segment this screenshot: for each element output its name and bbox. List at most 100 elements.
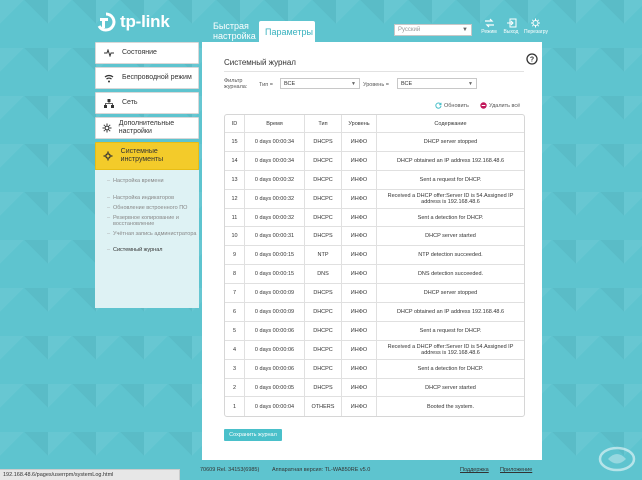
cell-id: 7 xyxy=(225,284,245,304)
table-row: 70 days 00:00:09 DHCPS ИНФО DHCP server sto… xyxy=(225,284,524,304)
cell-time: 0 days 00:00:06 xyxy=(245,321,305,341)
cell-level: ИНФО xyxy=(342,265,377,285)
subnav-item-time[interactable]: Настройка времени xyxy=(95,176,199,186)
subnav-item-firmware[interactable]: Обновление встроенного ПО xyxy=(95,203,199,213)
sidebar-item-wireless[interactable]: Беспроводной режим xyxy=(95,67,199,89)
cell-level: ИНФО xyxy=(342,170,377,190)
subnav-item-admin[interactable]: Учётная запись администратора xyxy=(95,229,199,239)
cell-content: Sent a request for DHCP. xyxy=(377,171,524,190)
cell-type: DHCPS xyxy=(305,378,342,398)
column-header-time: Время xyxy=(245,115,305,133)
table-body: 15 0 days 00:00:34 DHCPS ИНФО DHCP server st… xyxy=(225,133,524,417)
firmware-version: 70609 Rel. 34153(6985) xyxy=(200,467,260,473)
logout-button[interactable]: Выход xyxy=(500,18,522,35)
tab-parameters[interactable]: Параметры xyxy=(259,21,315,42)
type-filter-select[interactable]: ВСЕ ▼ xyxy=(280,78,360,89)
cell-time: 0 days 00:00:31 xyxy=(245,227,305,247)
sidebar-item-system-tools[interactable]: Системные инструменты xyxy=(95,142,199,170)
cell-id: 14 xyxy=(225,151,245,171)
cell-content: Received a DHCP offer:Server ID is 54.As… xyxy=(377,190,524,209)
column-header-content: Содержание xyxy=(377,115,524,133)
cell-id: 2 xyxy=(225,378,245,398)
subnav-item-backup[interactable]: Резервное копирование и восстановление xyxy=(95,213,199,229)
cell-id: 4 xyxy=(225,340,245,360)
level-filter-select[interactable]: ВСЕ ▼ xyxy=(397,78,477,89)
table-row: 10 0 days 00:00:31 DHCPS ИНФО DHCP server st… xyxy=(225,227,524,247)
mode-label: Режим xyxy=(481,29,497,35)
delete-all-label: Удалить всё xyxy=(489,102,521,109)
app-link[interactable]: Приложение xyxy=(500,467,532,473)
cell-level: ИНФО xyxy=(342,284,377,304)
refresh-button[interactable]: Обновить xyxy=(435,102,469,109)
sidebar-item-status[interactable]: Состояние xyxy=(95,42,199,64)
cell-level: ИНФО xyxy=(342,397,377,417)
cell-content: Received a DHCP offer:Server ID is 54.As… xyxy=(377,341,524,360)
cell-time: 0 days 00:00:34 xyxy=(245,151,305,171)
wifi-icon xyxy=(96,74,122,83)
cell-time: 0 days 00:00:32 xyxy=(245,208,305,228)
table-row: 15 0 days 00:00:34 DHCPS ИНФО DHCP server st… xyxy=(225,133,524,152)
sidebar-item-advanced[interactable]: Дополнительные настройки xyxy=(95,117,199,139)
table-row: 50 days 00:00:06 DHCPC ИНФО Sent a request … xyxy=(225,321,524,341)
cell-type: DHCPS xyxy=(305,227,342,247)
delete-all-button[interactable]: Удалить всё xyxy=(480,102,520,109)
cell-type: DHCPC xyxy=(305,359,342,379)
table-row: 11 0 days 00:00:32 DHCPC ИНФО Sent a detecti… xyxy=(225,208,524,228)
refresh-label: Обновить xyxy=(444,102,469,109)
cell-type: NTP xyxy=(305,246,342,266)
cell-level: ИНФО xyxy=(342,151,377,171)
save-log-button[interactable]: Сохранить журнал xyxy=(224,429,282,441)
table-row: 10 days 00:00:04 OTHERS ИНФО Booted the sys… xyxy=(225,397,524,417)
cell-type: DHCPC xyxy=(305,208,342,228)
cell-id: 8 xyxy=(225,265,245,285)
footer: 70609 Rel. 34153(6985) Аппаратная версия… xyxy=(200,467,545,477)
sidebar-item-network[interactable]: Сеть xyxy=(95,92,199,114)
mode-button[interactable]: Режим xyxy=(478,18,500,35)
cell-time: 0 days 00:00:32 xyxy=(245,170,305,190)
cell-content: DHCP server started xyxy=(377,379,524,398)
cell-time: 0 days 00:00:09 xyxy=(245,284,305,304)
level-filter-value: ВСЕ xyxy=(401,81,413,87)
cell-content: Sent a request for DHCP. xyxy=(377,322,524,341)
cell-id: 10 xyxy=(225,227,245,247)
language-select[interactable]: Русский ▼ xyxy=(394,24,472,36)
cell-level: ИНФО xyxy=(342,133,377,152)
reboot-button[interactable]: Перезагру xyxy=(524,18,548,35)
pulse-icon xyxy=(96,49,122,57)
table-row: 90 days 00:00:15 NTP ИНФО NTP detection suc… xyxy=(225,246,524,266)
cell-time: 0 days 00:00:05 xyxy=(245,378,305,398)
title-divider xyxy=(224,71,524,72)
chevron-down-icon: ▼ xyxy=(462,27,468,33)
hardware-version: Аппаратная версия: TL-WA850RE v5.0 xyxy=(272,467,371,473)
cell-level: ИНФО xyxy=(342,340,377,360)
cell-type: DNS xyxy=(305,265,342,285)
sidebar-item-label: Состояние xyxy=(122,49,157,56)
chevron-down-icon: ▼ xyxy=(351,81,356,87)
cell-type: DHCPS xyxy=(305,284,342,304)
cell-id: 9 xyxy=(225,246,245,266)
cell-content: DHCP obtained an IP address 192.168.48.6 xyxy=(377,152,524,171)
cell-time: 0 days 00:00:34 xyxy=(245,133,305,152)
table-header-row: ID Время Тип Уровень Содержание xyxy=(225,115,524,133)
sidebar-subnav: Настройка времени Настройка индикаторов … xyxy=(95,170,199,308)
table-row: 30 days 00:00:06 DHCPC ИНФО Sent a detectio… xyxy=(225,359,524,379)
subnav-item-system-log[interactable]: Системный журнал xyxy=(95,245,199,255)
cell-time: 0 days 00:00:32 xyxy=(245,189,305,209)
logout-label: Выход xyxy=(503,29,519,35)
help-icon[interactable]: ? xyxy=(526,52,538,70)
tp-link-logo-icon xyxy=(97,12,116,32)
sidebar-item-label: Системные инструменты xyxy=(120,148,164,163)
table-row: 20 days 00:00:05 DHCPS ИНФО DHCP server sta… xyxy=(225,378,524,398)
cell-level: ИНФО xyxy=(342,303,377,322)
cell-content: Sent a detection for DHCP. xyxy=(377,360,524,379)
watermark-logo xyxy=(598,446,636,472)
sidebar-item-label: Сеть xyxy=(122,99,138,106)
tab-quick-setup[interactable]: Быстрая настройка xyxy=(207,20,257,42)
subnav-item-leds[interactable]: Настройка индикаторов xyxy=(95,193,199,203)
reboot-icon xyxy=(530,18,540,28)
cell-level: ИНФО xyxy=(342,189,377,209)
cell-type: DHCPC xyxy=(305,340,342,360)
cell-time: 0 days 00:00:04 xyxy=(245,397,305,417)
support-link[interactable]: Поддержка xyxy=(460,467,489,473)
cell-level: ИНФО xyxy=(342,227,377,247)
